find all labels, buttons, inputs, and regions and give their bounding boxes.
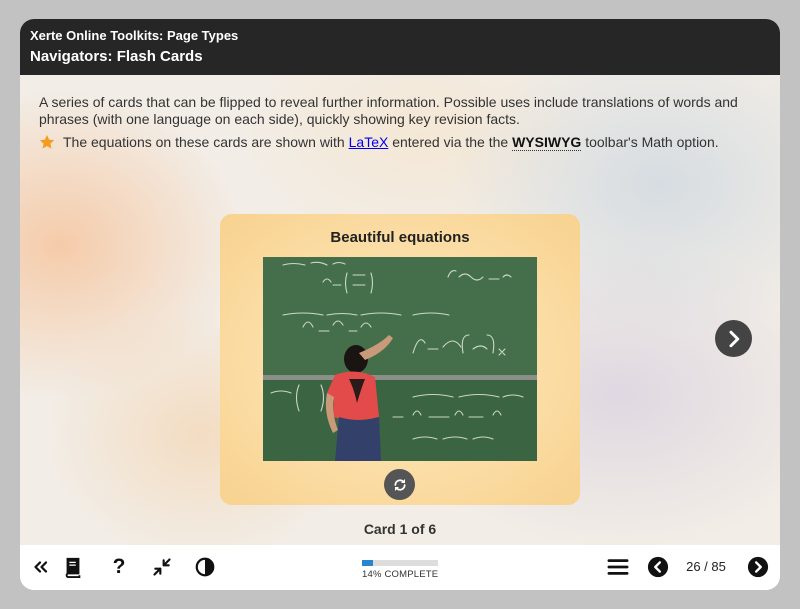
progress-label: 14% COMPLETE [362,569,439,580]
next-icon[interactable] [746,555,770,579]
chalkboard-image [263,257,537,461]
progress-track [362,560,438,566]
book-icon[interactable] [61,555,85,579]
latex-link[interactable]: LaTeX [349,134,389,150]
note-text: The equations on these cards are shown w… [63,134,719,151]
compress-icon[interactable] [150,555,174,579]
menu-icon[interactable] [606,555,630,579]
app-window: Xerte Online Toolkits: Page Types Naviga… [20,19,780,590]
previous-icon[interactable] [646,555,670,579]
note-middle: entered via the the [388,134,513,150]
help-icon[interactable]: ? [107,555,131,579]
card-counter: Card 1 of 6 [363,521,437,537]
wysiwyg-term[interactable]: WYSIWYG [512,134,582,151]
page-counter: 26 / 85 [686,559,726,574]
chevron-right-icon [729,330,739,347]
next-card-button[interactable] [715,320,752,357]
flash-card[interactable]: Beautiful equations [220,214,580,505]
header: Xerte Online Toolkits: Page Types Naviga… [20,19,780,75]
page-title: Navigators: Flash Cards [30,48,203,65]
footer-toolbar: ? 14% COMPLETE 26 / 85 [20,545,780,590]
intro-text: A series of cards that can be flipped to… [39,94,738,127]
note-suffix: toolbar's Math option. [581,134,719,150]
chalkboard-photo [263,257,537,461]
progress-fill [362,560,373,566]
note-prefix: The equations on these cards are shown w… [63,134,349,150]
page-content: A series of cards that can be flipped to… [20,75,780,545]
contrast-icon[interactable] [193,555,217,579]
refresh-icon [393,478,406,491]
double-chevron-left-icon[interactable] [28,555,52,579]
card-title: Beautiful equations [330,229,470,246]
star-icon [39,135,55,149]
progress-indicator: 14% COMPLETE [362,560,438,580]
flip-card-button[interactable] [384,469,415,500]
app-title: Xerte Online Toolkits: Page Types [30,28,239,43]
